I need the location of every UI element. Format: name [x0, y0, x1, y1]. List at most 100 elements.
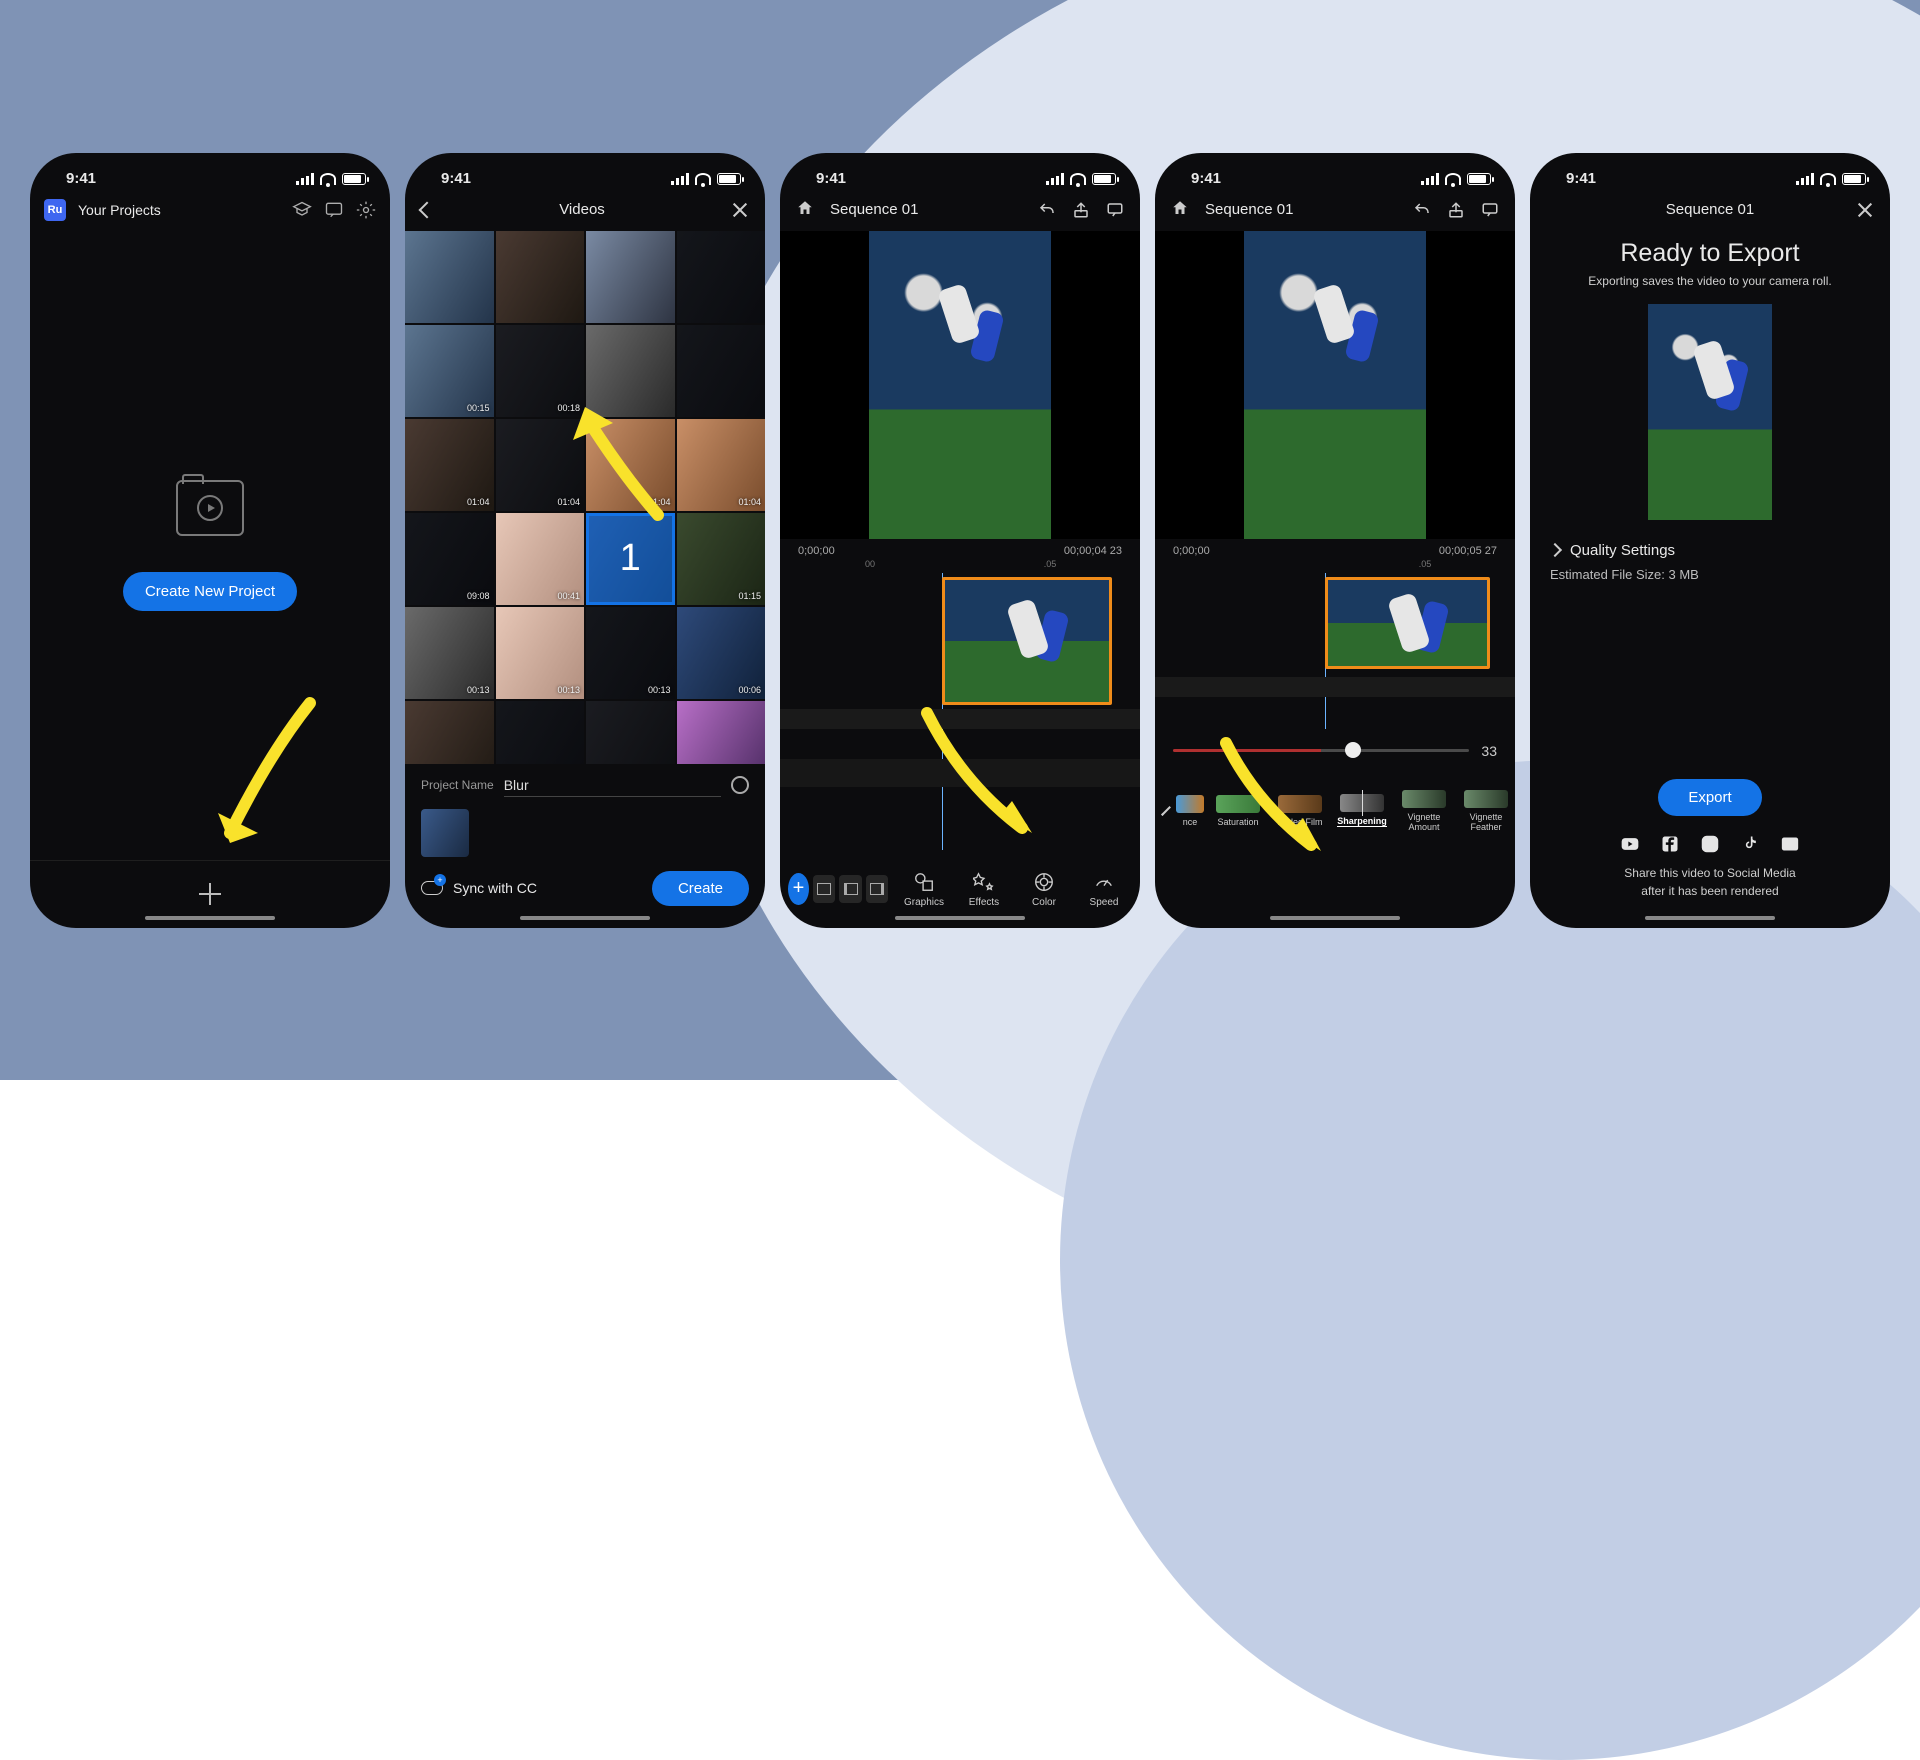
scroll-left-icon[interactable]: [1161, 806, 1171, 816]
youtube-icon[interactable]: [1620, 834, 1640, 854]
media-thumb[interactable]: [677, 231, 766, 323]
media-grid[interactable]: 00:15 00:18 01:04 01:04 01:04 01:04 09:0…: [405, 231, 765, 764]
export-sequence-title: Sequence 01: [1666, 201, 1754, 218]
media-thumb[interactable]: 01:15: [677, 513, 766, 605]
close-icon[interactable]: [731, 201, 749, 219]
layout-chip-1[interactable]: [813, 875, 835, 903]
media-thumb[interactable]: 00:18: [496, 325, 585, 417]
media-thumb[interactable]: 00:15: [405, 325, 494, 417]
timeline-clip[interactable]: [942, 577, 1112, 705]
create-button[interactable]: Create: [652, 871, 749, 906]
media-thumb[interactable]: 00:41: [496, 513, 585, 605]
export-subtitle: Exporting saves the video to your camera…: [1588, 274, 1831, 288]
media-thumb[interactable]: 01:04: [677, 419, 766, 511]
preset-vignette-feather[interactable]: Vignette Feather: [1455, 790, 1515, 832]
undo-icon[interactable]: [1413, 201, 1431, 219]
video-preview[interactable]: [780, 231, 1140, 539]
media-thumb-selected[interactable]: [586, 513, 675, 605]
comments-icon[interactable]: [1106, 201, 1124, 219]
home-icon[interactable]: [1171, 199, 1189, 221]
tiktok-icon[interactable]: [1740, 834, 1760, 854]
tool-speed[interactable]: Speed: [1076, 870, 1132, 908]
cellular-icon: [296, 173, 314, 185]
preset-vignette-amount[interactable]: Vignette Amount: [1393, 790, 1455, 832]
phone-3-editor: 9:41 Sequence 01 0;00;00 00;00;04 23 00.…: [780, 153, 1140, 928]
timecode-row: 0;00;00 00;00;05 27: [1155, 539, 1515, 559]
add-project-icon[interactable]: [199, 883, 221, 905]
phone-5-export: 9:41 Sequence 01 Ready to Export Exporti…: [1530, 153, 1890, 928]
media-thumb[interactable]: 00:13: [586, 607, 675, 699]
quality-settings-row[interactable]: Quality Settings: [1550, 542, 1870, 559]
tool-graphics[interactable]: Graphics: [896, 870, 952, 908]
back-icon[interactable]: [419, 201, 436, 218]
time-right: 00;00;05 27: [1439, 545, 1497, 557]
phone-2-media-picker: 9:41 Videos 00:15 00:18 01:04 01:04 01:0…: [405, 153, 765, 928]
media-thumb[interactable]: [677, 325, 766, 417]
battery-icon: [717, 173, 741, 185]
tool-effects[interactable]: Effects: [956, 870, 1012, 908]
media-thumb[interactable]: [496, 231, 585, 323]
undo-icon[interactable]: [1038, 201, 1056, 219]
share-icon[interactable]: [1447, 201, 1465, 219]
sequence-title: Sequence 01: [1205, 201, 1293, 218]
settings-icon[interactable]: [356, 200, 376, 220]
export-preview: [1648, 304, 1772, 520]
media-thumb[interactable]: 01:04: [586, 419, 675, 511]
layout-chip-3[interactable]: [866, 875, 888, 903]
wifi-icon: [1445, 173, 1461, 185]
timeline-clip[interactable]: [1325, 577, 1490, 669]
comments-icon[interactable]: [1481, 201, 1499, 219]
home-indicator: [520, 916, 650, 920]
selected-media-thumb[interactable]: [421, 809, 469, 857]
home-icon[interactable]: [796, 199, 814, 221]
cloud-sync-icon[interactable]: [421, 881, 443, 895]
media-thumb[interactable]: 00:13: [405, 607, 494, 699]
color-icon: [1032, 870, 1056, 894]
timeline[interactable]: .05: [1155, 559, 1515, 729]
preset-faded-film[interactable]: Faded Film: [1269, 795, 1331, 827]
media-thumb[interactable]: 00:04: [496, 701, 585, 764]
media-thumb[interactable]: 01:04: [496, 419, 585, 511]
media-thumb[interactable]: 00:06: [677, 607, 766, 699]
media-thumb[interactable]: 01:04: [405, 419, 494, 511]
tool-color[interactable]: Color: [1016, 870, 1072, 908]
layout-chip-2[interactable]: [839, 875, 861, 903]
media-thumb[interactable]: [586, 231, 675, 323]
picker-header: Videos: [405, 189, 765, 231]
media-thumb[interactable]: 09:08: [405, 513, 494, 605]
behance-icon[interactable]: Be: [1780, 834, 1800, 854]
slider-knob[interactable]: [1345, 742, 1361, 758]
media-thumb[interactable]: 00:13: [496, 607, 585, 699]
sharpening-slider[interactable]: [1173, 749, 1469, 752]
status-time: 9:41: [1191, 170, 1221, 187]
instagram-icon[interactable]: [1700, 834, 1720, 854]
preset-balance[interactable]: nce: [1173, 795, 1207, 827]
media-thumb[interactable]: 01:48: [405, 701, 494, 764]
create-new-project-button[interactable]: Create New Project: [123, 572, 297, 611]
feedback-icon[interactable]: [324, 200, 344, 220]
facebook-icon[interactable]: [1660, 834, 1680, 854]
media-thumb[interactable]: 00:07: [586, 701, 675, 764]
add-media-button[interactable]: +: [788, 873, 809, 905]
preset-saturation[interactable]: Saturation: [1207, 795, 1269, 827]
learn-icon[interactable]: [292, 200, 312, 220]
preset-sharpening[interactable]: Sharpening: [1331, 794, 1393, 827]
project-name-input[interactable]: [504, 774, 721, 797]
media-thumb[interactable]: [405, 231, 494, 323]
status-time: 9:41: [1566, 170, 1596, 187]
track-row: [780, 759, 1140, 787]
track-row: [780, 709, 1140, 729]
battery-icon: [1842, 173, 1866, 185]
time-right: 00;00;04 23: [1064, 545, 1122, 557]
share-icon[interactable]: [1072, 201, 1090, 219]
video-preview[interactable]: [1155, 231, 1515, 539]
export-button[interactable]: Export: [1658, 779, 1761, 816]
project-settings-icon[interactable]: [731, 776, 749, 794]
wifi-icon: [320, 173, 336, 185]
close-icon[interactable]: [1856, 201, 1874, 219]
editor-header: Sequence 01: [780, 189, 1140, 231]
timeline[interactable]: 00.05: [780, 559, 1140, 850]
media-thumb[interactable]: [586, 325, 675, 417]
media-thumb[interactable]: 00:23: [677, 701, 766, 764]
color-preset-bar[interactable]: nce Saturation Faded Film Sharpening Vig…: [1155, 773, 1515, 849]
